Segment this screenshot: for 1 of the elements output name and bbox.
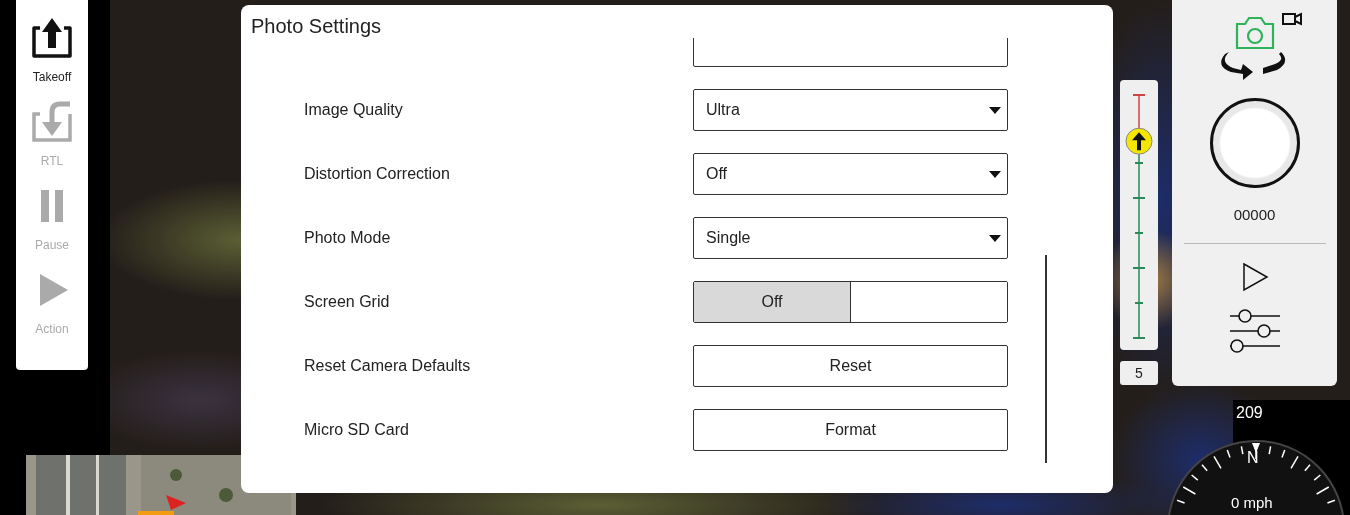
toolbar-button[interactable]: Takeoff xyxy=(28,14,76,84)
